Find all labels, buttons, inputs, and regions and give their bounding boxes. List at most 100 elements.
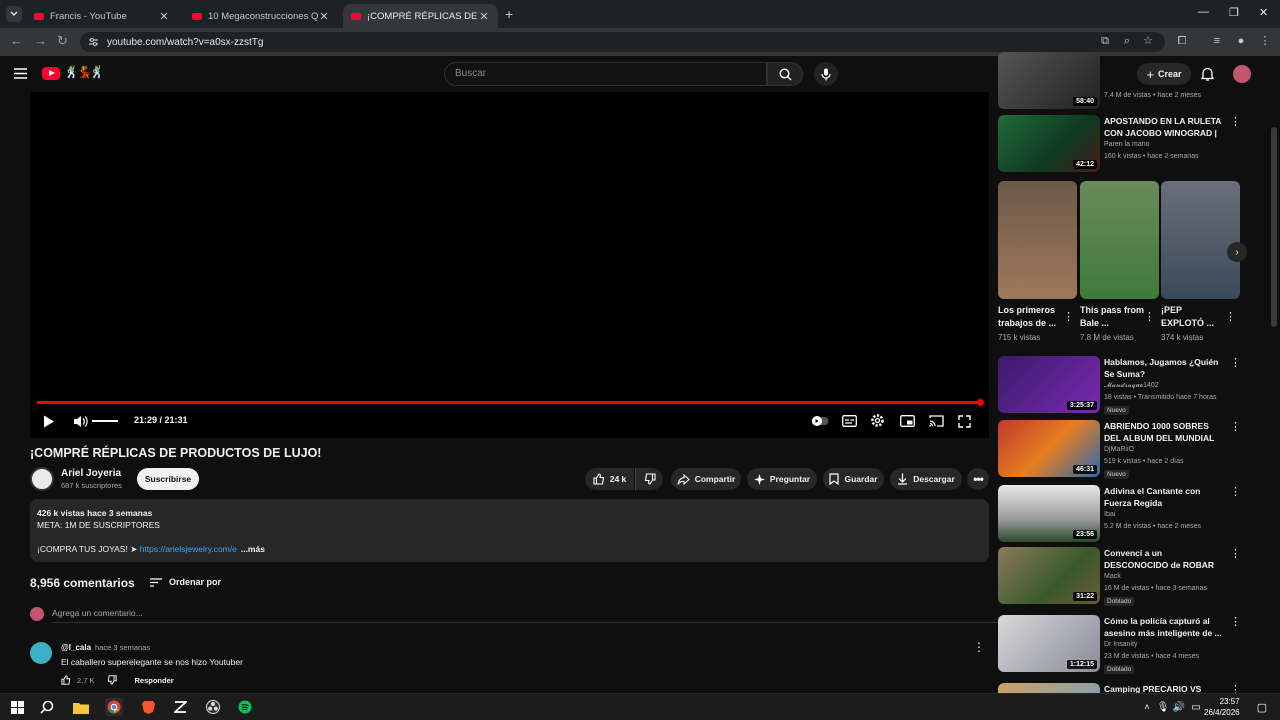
page-scrollbar[interactable] — [1268, 92, 1280, 692]
account-avatar[interactable] — [1233, 65, 1251, 83]
install-app-icon[interactable]: ⧉ — [1098, 34, 1112, 48]
bookmark-star-icon[interactable]: ☆ — [1141, 34, 1155, 48]
subtitles-icon[interactable] — [842, 415, 857, 427]
commenter-avatar[interactable] — [30, 642, 52, 664]
related-video[interactable]: 58:40 7.4 M de vistas • hace 2 meses — [998, 52, 1240, 110]
short-title[interactable]: Los primeros trabajos de ... — [998, 304, 1062, 330]
create-button[interactable]: + Crear — [1137, 63, 1191, 85]
video-thumbnail[interactable] — [998, 683, 1100, 693]
tab-search-button[interactable] — [6, 6, 22, 22]
thumbs-up-icon[interactable] — [61, 675, 71, 685]
channel-name[interactable]: Ibai — [1104, 511, 1115, 518]
restore-icon[interactable]: ❐ — [1229, 6, 1239, 19]
more-actions-button[interactable]: ••• — [967, 468, 989, 490]
url-text[interactable]: youtube.com/watch?v=a0sx-zzstTg — [107, 37, 263, 48]
video-thumbnail[interactable]: 31:22 — [998, 547, 1100, 604]
short-thumbnail[interactable] — [1080, 181, 1159, 299]
like-button[interactable]: 24 k — [585, 468, 634, 490]
video-thumbnail[interactable]: 1:12:15 — [998, 615, 1100, 672]
short-title[interactable]: ¡PEP EXPLOTÓ ... — [1161, 304, 1225, 330]
more-vertical-icon[interactable]: ⋮ — [1230, 485, 1241, 498]
thumbs-down-icon[interactable] — [107, 675, 117, 685]
reading-list-icon[interactable]: ≡ — [1210, 34, 1224, 48]
progress-bar[interactable] — [37, 401, 981, 404]
brave-icon[interactable] — [139, 698, 157, 716]
search-input[interactable]: Buscar — [444, 62, 767, 86]
autoplay-toggle-icon[interactable] — [811, 415, 829, 427]
more-vertical-icon[interactable]: ⋮ — [1230, 115, 1241, 128]
spotify-icon[interactable] — [236, 698, 254, 716]
forward-icon[interactable]: → — [34, 33, 47, 48]
short-title[interactable]: This pass from Bale ... — [1080, 304, 1144, 330]
video-title[interactable]: APOSTANDO EN LA RULETA CON JACOBO WINOGR… — [1104, 115, 1222, 139]
add-comment-input[interactable]: Agrega un comentario... — [52, 608, 143, 618]
youtube-logo-icon[interactable] — [42, 67, 60, 80]
video-title[interactable]: Camping PRECARIO VS — [1104, 683, 1222, 693]
progress-scrubber[interactable] — [977, 399, 984, 406]
extensions-icon[interactable]: ⧠ — [1175, 34, 1189, 48]
close-tab-icon[interactable]: ✕ — [318, 10, 330, 23]
dislike-button[interactable] — [635, 468, 663, 490]
zoom-icon[interactable]: ⌕ — [1120, 34, 1134, 48]
channel-name[interactable]: DjMaRiiO — [1104, 446, 1134, 453]
comment-more-icon[interactable]: ⋮ — [973, 640, 985, 654]
browser-tab-active[interactable]: ¡COMPRÉ RÉPLICAS DE PRODUCTOS DE LUJO!✕ — [343, 4, 498, 28]
fullscreen-icon[interactable] — [958, 415, 971, 428]
video-thumbnail[interactable]: 46:31 — [998, 420, 1100, 477]
windows-start-icon[interactable] — [8, 698, 26, 716]
video-player[interactable] — [30, 92, 989, 438]
site-info-icon[interactable] — [88, 37, 99, 47]
more-vertical-icon[interactable]: ⋮ — [1230, 683, 1240, 693]
channel-name[interactable]: Dr Insanity — [1104, 641, 1137, 648]
settings-gear-icon[interactable] — [870, 413, 885, 428]
close-tab-icon[interactable]: ✕ — [478, 10, 490, 23]
volume-icon[interactable] — [73, 415, 88, 428]
related-video[interactable]: 31:22 Convencí a un DESCONOCIDO de ROBAR… — [998, 547, 1241, 606]
reload-icon[interactable]: ↻ — [57, 33, 68, 49]
more-vertical-icon[interactable]: ⋮ — [1225, 310, 1236, 323]
file-explorer-icon[interactable] — [72, 698, 90, 716]
channel-name[interactable]: Paren la mano — [1104, 141, 1150, 148]
close-window-icon[interactable]: ✕ — [1259, 6, 1268, 19]
comment-author[interactable]: @l_cala hace 3 semanas — [61, 643, 150, 652]
voice-search-button[interactable] — [814, 62, 838, 86]
miniplayer-icon[interactable] — [900, 415, 915, 427]
address-bar[interactable]: youtube.com/watch?v=a0sx-zzstTg — [80, 32, 1165, 52]
scrollbar-thumb[interactable] — [1271, 127, 1277, 327]
search-button[interactable] — [767, 62, 803, 86]
short-thumbnail[interactable] — [1161, 181, 1240, 299]
channel-name[interactable]: 𝓜𝓪𝓷𝓭𝓻𝓪𝓺𝓾𝓮1402 — [1104, 382, 1159, 390]
play-icon[interactable] — [43, 415, 55, 428]
more-vertical-icon[interactable]: ⋮ — [1063, 310, 1074, 323]
show-more-link[interactable]: ...más — [241, 544, 265, 554]
notification-center-icon[interactable]: ▢ — [1253, 698, 1271, 716]
description-link[interactable]: https://arielsjewelry.com/e — [140, 544, 237, 554]
chrome-icon[interactable] — [105, 698, 123, 716]
notifications-bell-icon[interactable] — [1201, 67, 1214, 81]
volume-slider[interactable] — [92, 420, 118, 422]
browser-tab[interactable]: 10 Megaconstrucciones Que Nadie Cree✕ — [184, 4, 338, 28]
obs-icon[interactable] — [204, 698, 222, 716]
cast-icon[interactable] — [929, 415, 944, 427]
related-video[interactable]: 23:56 Adivina el Cantante con Fuerza Reg… — [998, 485, 1241, 542]
search-icon[interactable] — [38, 698, 56, 716]
more-vertical-icon[interactable]: ⋮ — [1144, 310, 1155, 323]
video-thumbnail[interactable]: 42:12 — [998, 115, 1100, 172]
reply-button[interactable]: Responder — [135, 676, 174, 685]
system-clock[interactable]: 23:57 26/4/2026 — [1204, 696, 1240, 718]
related-video[interactable]: 46:31 ABRIENDO 1000 SOBRES DEL ALBUM DEL… — [998, 420, 1241, 479]
more-vertical-icon[interactable]: ⋮ — [1230, 615, 1241, 628]
doodle-logo-icon[interactable]: 🕺💃🕺 — [64, 65, 105, 79]
close-tab-icon[interactable]: ✕ — [158, 10, 170, 23]
more-vertical-icon[interactable]: ⋮ — [1230, 356, 1241, 369]
video-thumbnail[interactable]: 3:25:37 — [998, 356, 1100, 413]
save-button[interactable]: Guardar — [823, 468, 884, 490]
related-video[interactable]: 42:12 APOSTANDO EN LA RULETA CON JACOBO … — [998, 115, 1241, 172]
back-icon[interactable]: ← — [10, 33, 23, 48]
more-vertical-icon[interactable]: ⋮ — [1230, 547, 1241, 560]
chrome-menu-icon[interactable]: ⋮ — [1258, 34, 1272, 48]
more-vertical-icon[interactable]: ⋮ — [1230, 420, 1241, 433]
channel-avatar[interactable] — [30, 467, 54, 491]
related-video[interactable]: Camping PRECARIO VS ⋮ — [998, 683, 1240, 693]
share-button[interactable]: Compartir — [671, 468, 741, 490]
